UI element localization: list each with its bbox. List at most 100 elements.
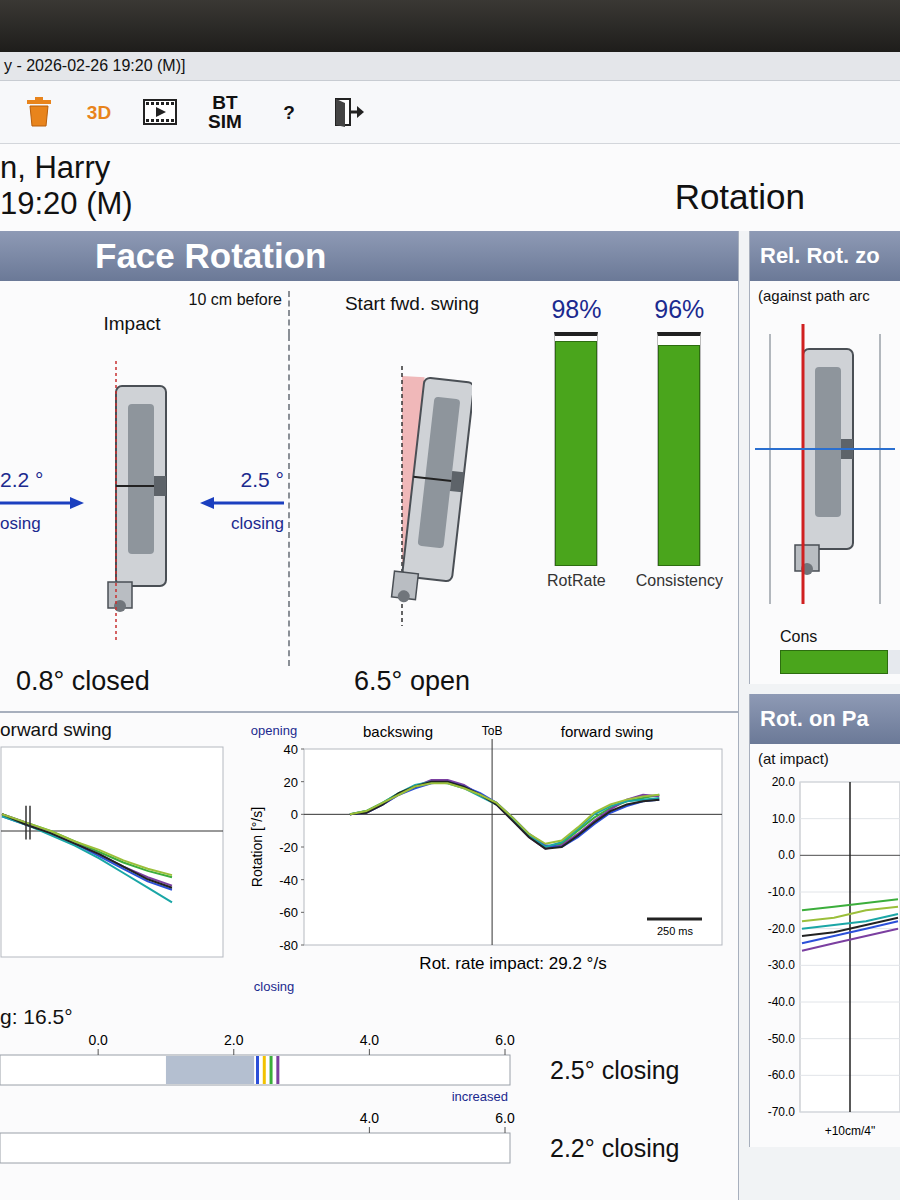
axis-label: Rotation [°/s] (249, 807, 265, 887)
path-direction-line (755, 448, 895, 450)
arrow-head (70, 497, 84, 509)
zero-line (304, 814, 722, 815)
scale-tick-label: 4.0 (360, 1032, 380, 1048)
scale-zone (166, 1056, 254, 1084)
time-scale-bar (647, 918, 702, 921)
tick-mark (301, 945, 304, 946)
title-bar: y - 2026-02-26 19:20 (M)] (0, 52, 900, 81)
toolbar-button[interactable]: BT SIM (204, 92, 246, 132)
x-axis-label: +10cm/4" (825, 1124, 876, 1138)
film-hole (161, 119, 164, 122)
arrow-direction: osing (0, 514, 86, 534)
panel-title: Face Rotation (0, 236, 326, 276)
trash-body (30, 106, 48, 126)
start-label: Start fwd. swing (345, 293, 479, 315)
panel-title: Rot. on Pa (750, 706, 869, 732)
backswing-label: backswing (363, 723, 433, 740)
series-line (350, 784, 659, 844)
arrow-shaft (0, 501, 72, 504)
toolbar-button[interactable] (332, 92, 366, 132)
before-label: 10 cm before (178, 291, 290, 335)
impact-arrow: 2.2 ° osing (0, 335, 86, 666)
tick-label: 20 (284, 775, 298, 790)
panel-header: Face Rotation (0, 231, 738, 281)
tick-mark (301, 814, 304, 815)
toolbar-button[interactable] (22, 92, 56, 132)
series-line (2, 814, 172, 877)
rotation-chart: 40200-20-40-60-80Rotation [°/s]ToBopenin… (242, 719, 732, 1001)
impact-marker-line (849, 782, 851, 1112)
scale-gauge: 0.02.04.06.0increased (0, 1031, 530, 1109)
panel-subtitle: (at impact) (750, 744, 900, 767)
tob-label: ToB (482, 724, 503, 738)
panel-header: Rot. on Pa (750, 694, 900, 744)
consistency-label: Cons (750, 624, 900, 650)
view-title: Rotation (675, 177, 805, 221)
film-hole (156, 119, 159, 122)
main-area: Face RotationImpact10 cm before2.2 °osin… (0, 231, 900, 1200)
rot-on-path-chart: 20.010.00.0-10.0-20.0-30.0-40.0-50.0-60.… (750, 767, 900, 1147)
timing-label: g: 16.5° (0, 1005, 738, 1031)
scale-tick-label: 2.0 (224, 1032, 244, 1048)
screen: y - 2026-02-26 19:20 (M)]3DBT SIM?n, Har… (0, 0, 900, 1200)
toolbar-button[interactable] (142, 92, 178, 132)
bar-label: RotRate (547, 572, 606, 590)
plot-area (1, 747, 223, 957)
tick-label: 40 (284, 742, 298, 757)
arrow-angle: 2.5 ° (241, 468, 284, 492)
direction-arrow-icon (0, 496, 84, 510)
tob-line (492, 739, 493, 945)
tick-label: -20 (279, 840, 298, 855)
putter-shaft (397, 589, 410, 602)
film-hole (171, 119, 174, 122)
bar-reading: 96% (654, 295, 704, 324)
scale-marker (270, 1056, 273, 1084)
face-rotation-panel: Face RotationImpact10 cm before2.2 °osin… (0, 231, 739, 1200)
tick-label: -70.0 (768, 1105, 796, 1119)
header: n, Harry19:20 (M)Rotation (0, 144, 900, 231)
scale-tick (505, 1049, 506, 1055)
face-rotation-body: Impact10 cm before2.2 °osing2.5 °closing… (0, 281, 738, 713)
film-hole (151, 119, 154, 122)
bar-reading: 98% (551, 295, 601, 324)
arrow-angle: 2.2 ° (0, 468, 86, 492)
face-reference-line (115, 361, 117, 641)
start-figure (352, 346, 472, 636)
bar-fill (658, 345, 700, 566)
scale-tick-label: 4.0 (360, 1110, 380, 1126)
scale-tick-label: 6.0 (495, 1032, 515, 1048)
bar-column: 96% Consistency (636, 295, 723, 711)
series-line (350, 782, 659, 847)
panel-header: Rel. Rot. zo (750, 231, 900, 281)
rel-rotation-panel: Rel. Rot. zo(against path arcCons (749, 231, 900, 684)
scale-marker (276, 1056, 279, 1084)
film-hole (166, 102, 169, 105)
tick-mark (301, 912, 304, 913)
consistency-fill (780, 650, 888, 674)
exit-arrow-head (357, 106, 364, 118)
tick-mark (301, 847, 304, 848)
start-value: 6.5° open (354, 666, 470, 697)
session-time: 19:20 (M) (0, 186, 133, 222)
tick-label: 0.0 (778, 849, 795, 863)
scale-tick (369, 1049, 370, 1055)
putter-notch (450, 471, 464, 492)
chart-footer: Rot. rate impact: 29.2 °/s (419, 954, 606, 973)
film-hole (166, 119, 169, 122)
rel-figure (750, 304, 900, 624)
toolbar-button[interactable]: ? (272, 92, 306, 132)
impact-putter (86, 335, 178, 666)
film-hole (171, 102, 174, 105)
rot-on-path-panel: Rot. on Pa(at impact)20.010.00.0-10.0-20… (749, 694, 900, 1147)
scale-marker (256, 1056, 259, 1084)
path-line (769, 334, 771, 604)
play-mark (156, 107, 166, 117)
toolbar-button[interactable]: 3D (82, 92, 116, 132)
film-hole (156, 102, 159, 105)
plot-area (304, 749, 722, 945)
series-line (802, 918, 898, 936)
bar-label: Consistency (636, 572, 723, 590)
scale-track (0, 1055, 510, 1085)
tick-label: -10.0 (768, 885, 796, 899)
opening-label: opening (251, 723, 297, 738)
